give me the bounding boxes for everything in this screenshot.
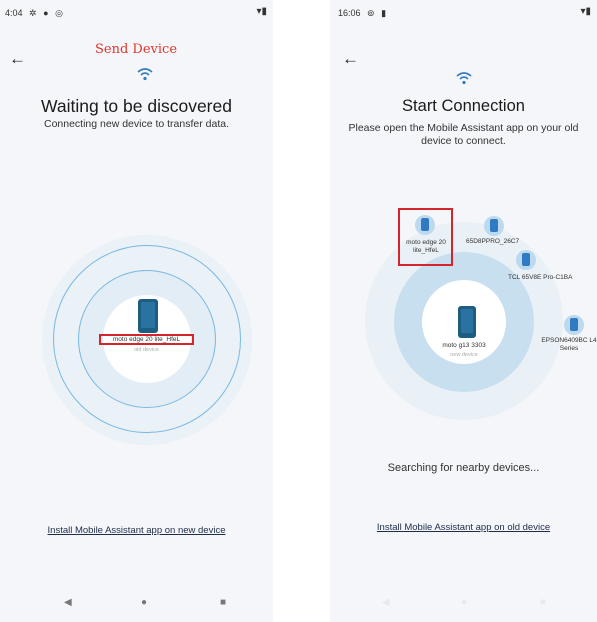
signal-battery-icon: ▾▮ — [256, 6, 267, 17]
device-name: moto edge 20 lite_HfeL — [112, 336, 181, 343]
nearby-device-tcl[interactable]: TCL 65V8E Pro-C1BA — [508, 250, 590, 286]
notification-icon: ◎ — [55, 8, 63, 18]
page-title: Start Connection — [402, 97, 525, 115]
back-arrow-icon[interactable]: ← — [342, 50, 359, 67]
install-app-link[interactable]: Install Mobile Assistant app on old devi… — [330, 522, 597, 533]
nearby-device-label: TCL 65V8E Pro-C1BA — [508, 274, 573, 281]
nearby-device-label: moto edge 20 lite_HfeL — [406, 239, 446, 254]
page-subtitle: Connecting new device to transfer data. — [43, 118, 230, 130]
phone-icon — [458, 306, 476, 338]
location-icon: ● — [43, 8, 49, 18]
page-title: Waiting to be discovered — [41, 96, 232, 116]
annotation-label: Send Device — [95, 42, 178, 57]
signal-battery-icon: ▾▮ — [580, 6, 591, 17]
nav-home-button[interactable]: ● — [461, 598, 467, 608]
center-device-role: new device — [450, 352, 478, 358]
page-subtitle: Please open the Mobile Assistant app on … — [348, 122, 579, 147]
center-device-name: moto g13 3303 — [442, 342, 486, 349]
status-bar: 16:06 ⊚ ▮ — [338, 8, 386, 19]
sync-icon: ⊚ — [367, 8, 375, 18]
settings-icon: ✲ — [29, 8, 37, 18]
back-arrow-icon[interactable]: ← — [9, 50, 26, 67]
system-nav-bar: ◀ ● ■ — [0, 586, 273, 622]
nav-back-button[interactable]: ◀ — [382, 598, 390, 608]
nearby-device-65d8[interactable]: 65D8PPRO_26C7 — [462, 216, 542, 246]
nav-recents-button[interactable]: ■ — [220, 598, 226, 608]
nearby-device-label: EPSON6409BC L4 Series — [541, 337, 597, 352]
phone-icon — [484, 216, 504, 236]
status-bar: 4:04 ✲ ● ◎ — [5, 8, 63, 19]
phone-icon — [564, 315, 584, 335]
nearby-device-label: 65D8PPRO_26C7 — [466, 238, 520, 245]
nearby-device-epson[interactable]: EPSON6409BC L4 Series — [536, 315, 597, 355]
left-phone-screen: 4:04 ✲ ● ◎ ▾▮ ← Send Device Waiting to b… — [0, 0, 273, 622]
searching-status: Searching for nearby devices... — [387, 462, 540, 474]
nav-home-button[interactable]: ● — [141, 598, 147, 608]
install-app-link[interactable]: Install Mobile Assistant app on new devi… — [0, 525, 273, 536]
nav-recents-button[interactable]: ■ — [540, 598, 546, 608]
sim-icon: ▮ — [381, 8, 387, 18]
nav-back-button[interactable]: ◀ — [64, 598, 72, 608]
status-time: 16:06 — [338, 8, 361, 18]
device-role: old device — [134, 347, 159, 353]
status-time: 4:04 — [5, 8, 23, 18]
phone-icon — [138, 299, 158, 333]
wifi-icon — [456, 72, 472, 85]
nearby-device-moto-edge[interactable]: moto edge 20 lite_HfeL — [398, 208, 453, 266]
wifi-icon — [137, 68, 153, 81]
phone-icon — [415, 215, 435, 235]
phone-icon — [516, 250, 536, 270]
system-nav-bar: ◀ ● ■ — [330, 586, 597, 622]
right-phone-screen: 16:06 ⊚ ▮ ▾▮ ← Start Connection Please o… — [330, 0, 597, 622]
